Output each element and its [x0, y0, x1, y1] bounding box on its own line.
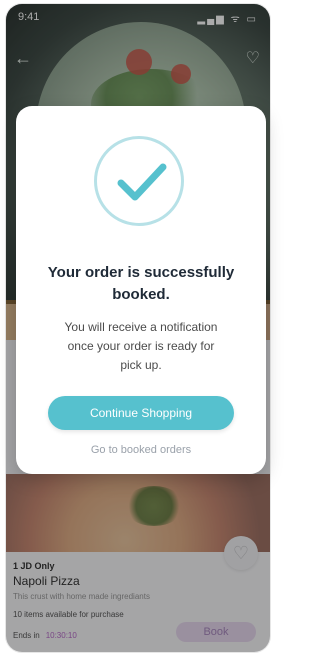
modal-message: You will receive a notification once you…: [34, 318, 248, 375]
modal-message-line-3: pick up.: [120, 358, 162, 372]
modal-message-line-1: You will receive a notification: [64, 320, 218, 334]
success-badge: [94, 136, 184, 226]
modal-title-line-2: booked.: [112, 286, 170, 303]
modal-message-line-2: once your order is ready for: [67, 339, 215, 353]
checkmark-icon: [117, 163, 167, 201]
go-to-booked-orders-link[interactable]: Go to booked orders: [16, 444, 266, 456]
continue-shopping-button[interactable]: Continue Shopping: [48, 396, 234, 430]
modal-title-line-1: Your order is successfully: [47, 264, 235, 281]
modal-title: Your order is successfully booked.: [28, 262, 254, 306]
order-success-modal: Your order is successfully booked. You w…: [16, 106, 266, 474]
